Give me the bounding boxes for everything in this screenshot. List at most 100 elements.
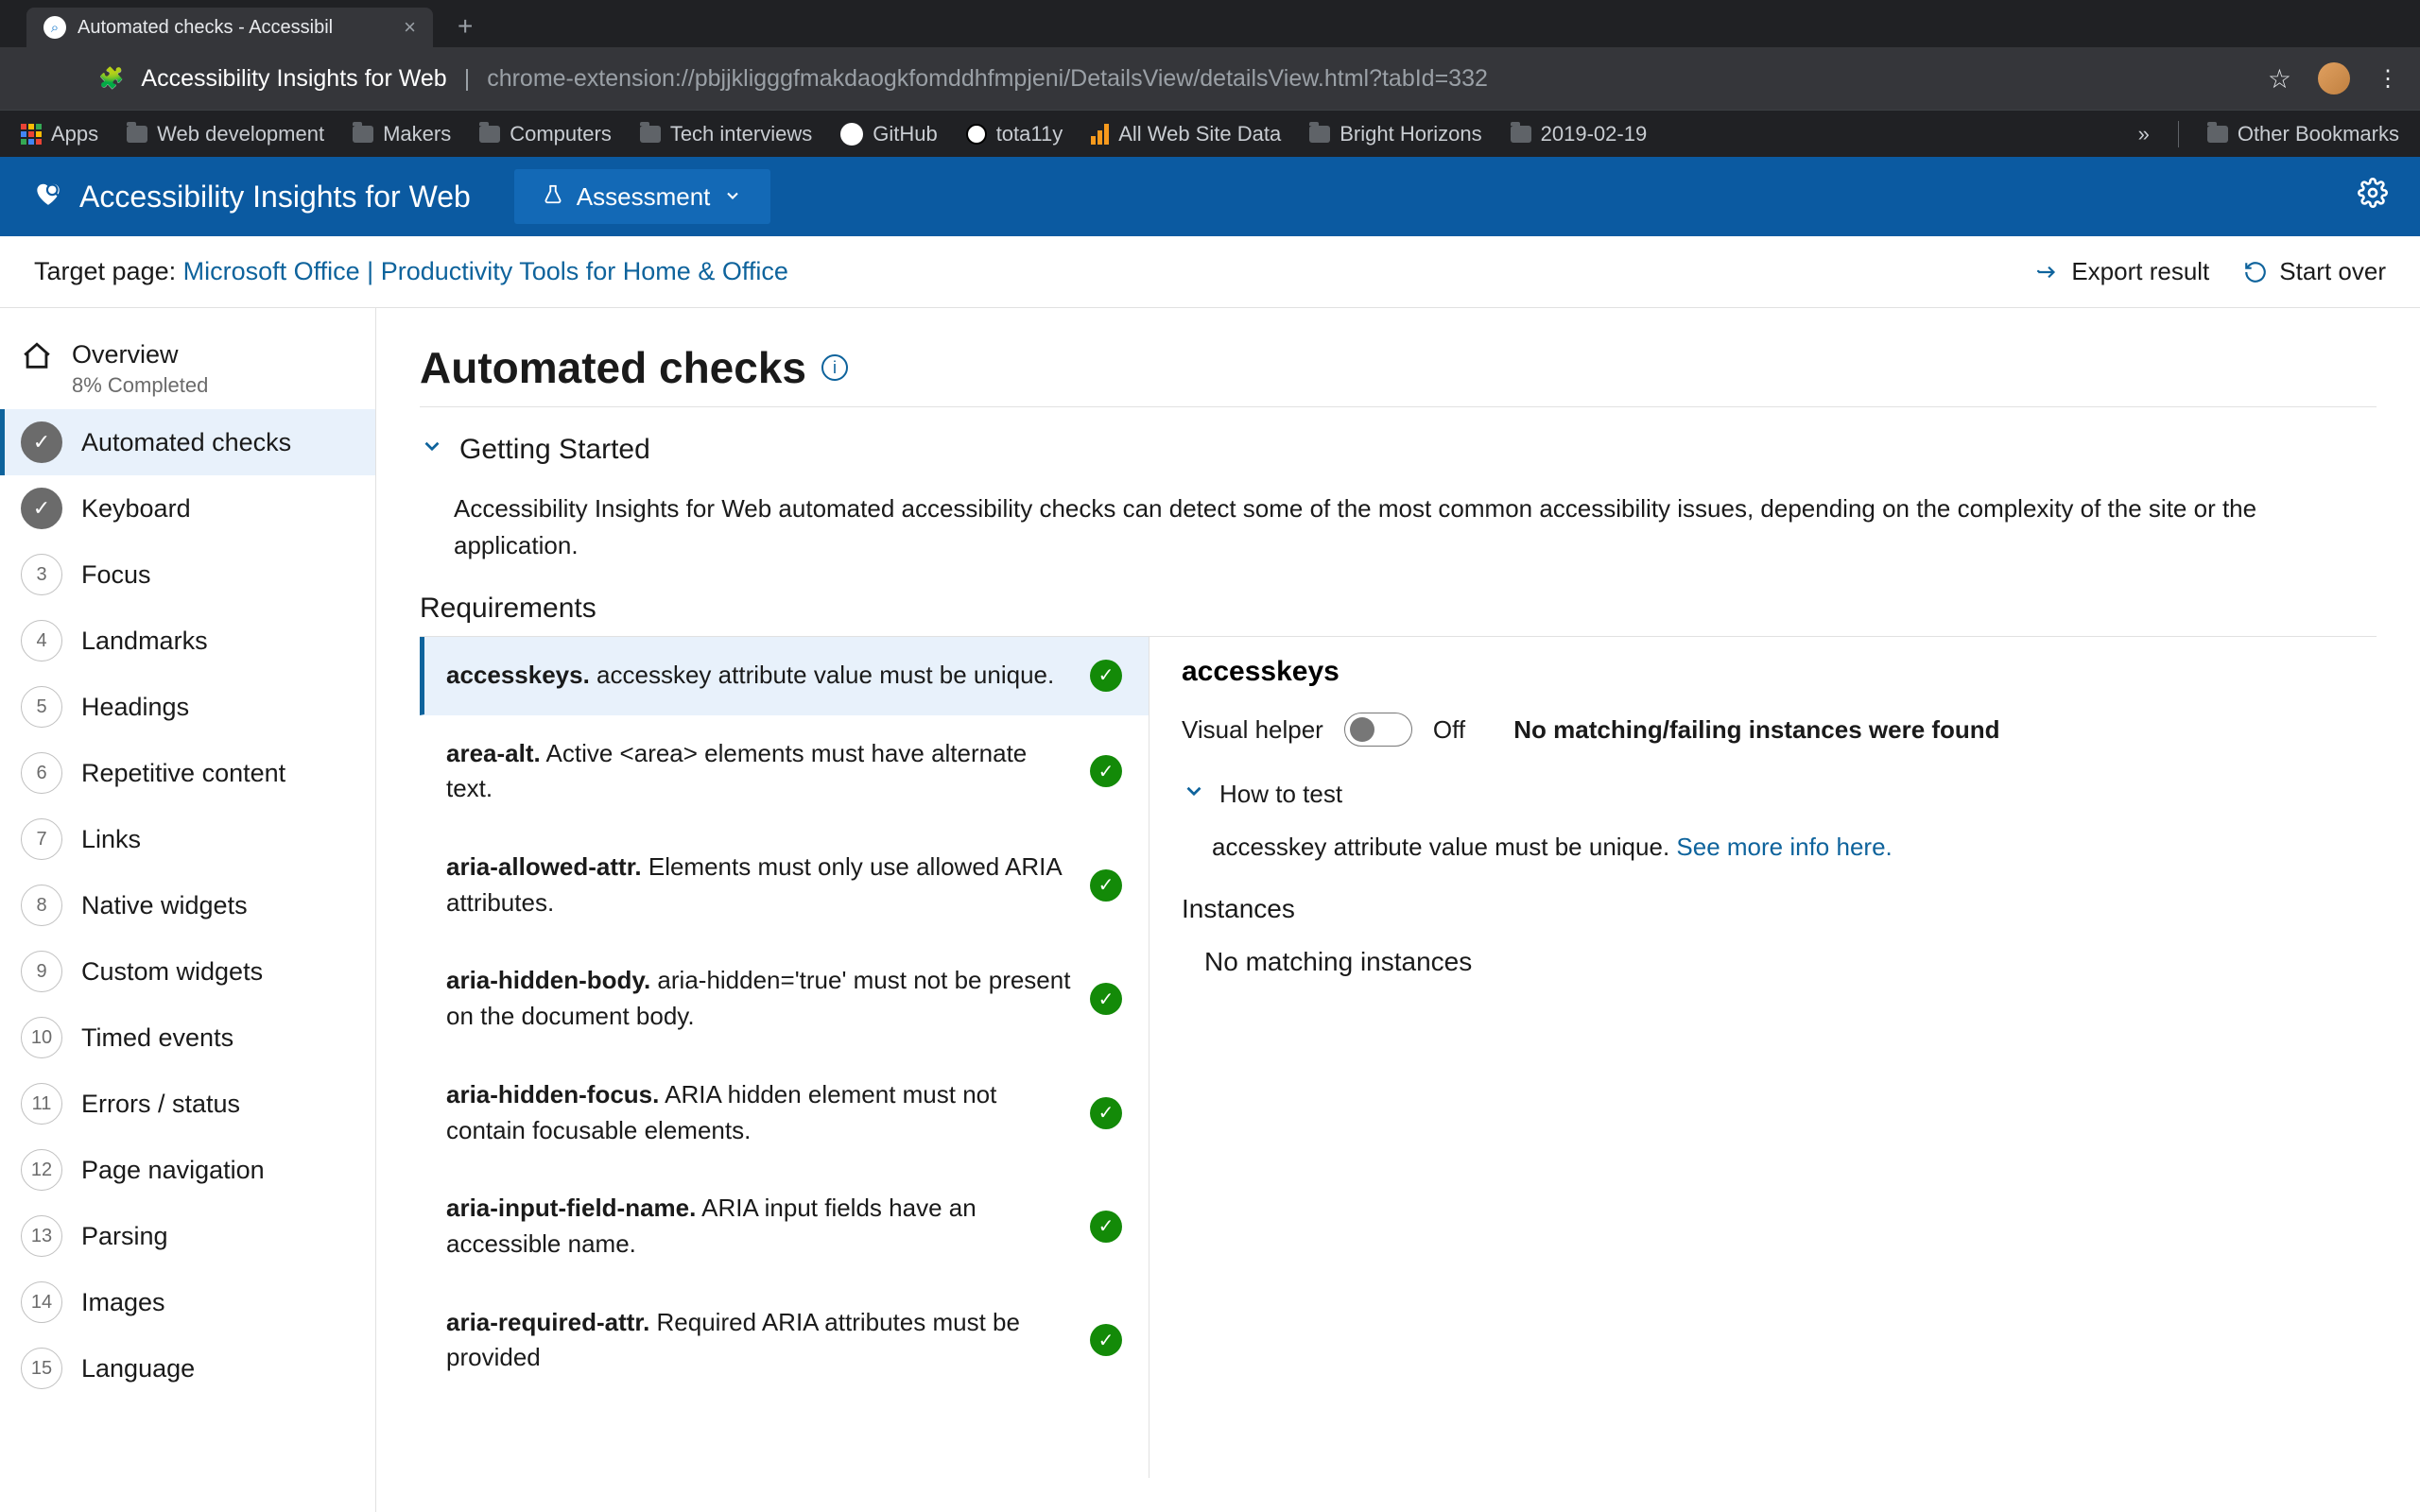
sidebar-item[interactable]: 6Repetitive content: [0, 740, 375, 806]
bookmark-item[interactable]: Makers: [353, 122, 451, 146]
step-number: 15: [21, 1348, 62, 1389]
bookmark-item[interactable]: tota11y: [966, 122, 1063, 146]
sidebar: Overview 8% Completed ✓Automated checks✓…: [0, 308, 376, 1512]
pass-icon: ✓: [1090, 660, 1122, 692]
requirement-text: aria-required-attr. Required ARIA attrib…: [446, 1305, 1071, 1376]
sidebar-item-label: Headings: [81, 693, 189, 722]
url-bar[interactable]: 🧩 Accessibility Insights for Web | chrom…: [98, 56, 2243, 101]
step-number: 6: [21, 752, 62, 794]
pass-icon: ✓: [1090, 755, 1122, 787]
page-title-row: Automated checks i: [420, 342, 2377, 407]
step-number: 4: [21, 620, 62, 662]
new-tab-button[interactable]: +: [448, 11, 482, 47]
sidebar-item[interactable]: ✓Automated checks: [0, 409, 375, 475]
requirement-item[interactable]: aria-allowed-attr. Elements must only us…: [420, 829, 1149, 942]
requirement-text: accesskeys. accesskey attribute value mu…: [446, 658, 1054, 694]
sidebar-item[interactable]: 10Timed events: [0, 1005, 375, 1071]
settings-gear-icon[interactable]: [2358, 178, 2388, 215]
bookmark-item[interactable]: Apps: [21, 122, 98, 146]
app-logo[interactable]: Accessibility Insights for Web: [32, 177, 471, 216]
info-icon[interactable]: i: [821, 354, 848, 381]
requirements-list: accesskeys. accesskey attribute value mu…: [420, 637, 1150, 1478]
sidebar-item-overview[interactable]: Overview 8% Completed: [0, 325, 375, 409]
step-number: 7: [21, 818, 62, 860]
how-to-test-header[interactable]: How to test: [1182, 779, 2344, 810]
requirement-item[interactable]: accesskeys. accesskey attribute value mu…: [420, 637, 1149, 715]
bookmark-item[interactable]: Web development: [127, 122, 324, 146]
sidebar-item[interactable]: 4Landmarks: [0, 608, 375, 674]
detail-status: No matching/failing instances were found: [1513, 715, 1999, 745]
sidebar-item-label: Errors / status: [81, 1090, 240, 1119]
instances-label: Instances: [1182, 894, 2344, 924]
bookmark-item[interactable]: 2019-02-19: [1511, 122, 1648, 146]
tab-title: Automated checks - Accessibil: [78, 17, 333, 39]
bookmark-star-icon[interactable]: ☆: [2268, 63, 2291, 94]
bookmark-item[interactable]: All Web Site Data: [1091, 122, 1281, 146]
sidebar-item[interactable]: 5Headings: [0, 674, 375, 740]
folder-icon: [1511, 126, 1531, 143]
requirement-item[interactable]: aria-required-attr. Required ARIA attrib…: [420, 1284, 1149, 1398]
requirement-item[interactable]: aria-input-field-name. ARIA input fields…: [420, 1170, 1149, 1283]
requirement-item[interactable]: aria-hidden-body. aria-hidden='true' mus…: [420, 942, 1149, 1056]
browser-tab[interactable]: ⌕ Automated checks - Accessibil ×: [26, 8, 433, 47]
requirements-title: Requirements: [420, 593, 2377, 625]
sidebar-item[interactable]: ✓Keyboard: [0, 475, 375, 541]
sidebar-item-label: Language: [81, 1354, 195, 1383]
folder-icon: [640, 126, 661, 143]
sidebar-item[interactable]: 7Links: [0, 806, 375, 872]
bookmark-item[interactable]: Tech interviews: [640, 122, 812, 146]
requirement-item[interactable]: area-alt. Active <area> elements must ha…: [420, 715, 1149, 829]
requirement-item[interactable]: aria-hidden-focus. ARIA hidden element m…: [420, 1057, 1149, 1170]
main-layout: Overview 8% Completed ✓Automated checks✓…: [0, 308, 2420, 1512]
heart-magnifier-icon: [32, 177, 64, 216]
bookmark-item[interactable]: Computers: [479, 122, 612, 146]
target-page-link[interactable]: Microsoft Office | Productivity Tools fo…: [183, 257, 788, 286]
sidebar-item[interactable]: 8Native widgets: [0, 872, 375, 938]
bookmark-label: Bright Horizons: [1340, 122, 1481, 146]
sidebar-item[interactable]: 11 Errors / status: [0, 1071, 375, 1137]
mode-selector[interactable]: Assessment: [514, 169, 771, 224]
getting-started-header[interactable]: Getting Started: [420, 434, 2377, 466]
sidebar-item[interactable]: 9Custom widgets: [0, 938, 375, 1005]
bookmark-label: Apps: [51, 122, 98, 146]
url-path: chrome-extension://pbjjkligggfmakdaogkfo…: [487, 65, 1488, 93]
bookmark-label: GitHub: [873, 122, 937, 146]
check-icon: ✓: [21, 421, 62, 463]
sidebar-item[interactable]: 13Parsing: [0, 1203, 375, 1269]
howto-link[interactable]: See more info here.: [1676, 833, 1892, 861]
step-number: 11: [21, 1083, 62, 1125]
sidebar-item[interactable]: 14Images: [0, 1269, 375, 1335]
close-tab-icon[interactable]: ×: [404, 15, 416, 40]
visual-helper-toggle[interactable]: [1344, 713, 1412, 747]
step-number: 10: [21, 1017, 62, 1058]
requirement-text: area-alt. Active <area> elements must ha…: [446, 736, 1071, 807]
browser-toolbar: 🧩 Accessibility Insights for Web | chrom…: [0, 47, 2420, 110]
start-over-button[interactable]: Start over: [2243, 257, 2386, 286]
sidebar-item[interactable]: 15 Language: [0, 1335, 375, 1401]
content-area: Automated checks i Getting Started Acces…: [376, 308, 2420, 1512]
check-icon: ✓: [21, 488, 62, 529]
sidebar-item[interactable]: 3Focus: [0, 541, 375, 608]
bookmark-item[interactable]: GitHub: [840, 122, 937, 146]
sidebar-item[interactable]: 12Page navigation: [0, 1137, 375, 1203]
target-label: Target page:: [34, 257, 176, 286]
flask-icon: [543, 182, 563, 212]
step-number: 12: [21, 1149, 62, 1191]
howto-text: accesskey attribute value must be unique…: [1212, 833, 1669, 861]
overview-label: Overview: [72, 340, 208, 369]
bookmarks-overflow-icon[interactable]: »: [2138, 122, 2150, 146]
pass-icon: ✓: [1090, 1097, 1122, 1129]
tab-strip: ⌕ Automated checks - Accessibil × +: [0, 0, 2420, 47]
instances-body: No matching instances: [1204, 947, 2344, 977]
other-bookmarks[interactable]: Other Bookmarks: [2207, 122, 2399, 146]
profile-avatar[interactable]: [2318, 62, 2350, 94]
sidebar-item-label: Parsing: [81, 1222, 168, 1251]
home-icon: [21, 340, 53, 379]
bookmark-label: Makers: [383, 122, 451, 146]
page-title: Automated checks: [420, 342, 806, 393]
export-result-button[interactable]: Export result: [2035, 257, 2209, 286]
folder-icon: [1309, 126, 1330, 143]
bookmark-item[interactable]: Bright Horizons: [1309, 122, 1481, 146]
chrome-menu-icon[interactable]: ⋮: [2377, 65, 2399, 93]
app-name: Accessibility Insights for Web: [79, 180, 471, 215]
